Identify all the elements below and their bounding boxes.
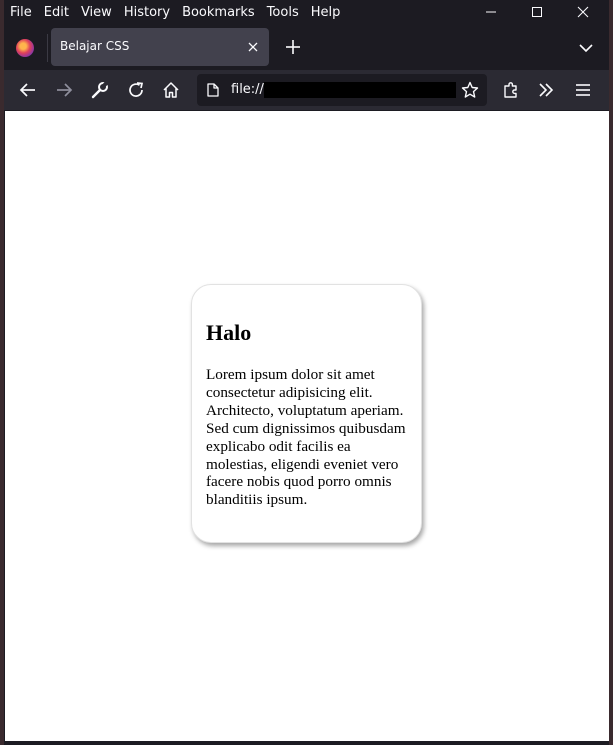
address-bar[interactable]: file:///	[197, 74, 487, 106]
maximize-icon	[532, 7, 542, 17]
card-heading: Halo	[206, 320, 252, 345]
navigation-toolbar: file:///	[4, 70, 609, 110]
tab-close-icon[interactable]	[245, 39, 261, 55]
menu-bar: File Edit View History Bookmarks Tools H…	[4, 0, 609, 24]
wrench-icon[interactable]	[90, 80, 110, 100]
home-icon[interactable]	[161, 80, 181, 100]
tab-belajar-css[interactable]: Belajar CSS	[51, 28, 269, 66]
reload-icon[interactable]	[126, 80, 146, 100]
tab-title: Belajar CSS	[60, 39, 130, 53]
menu-bookmarks[interactable]: Bookmarks	[182, 5, 255, 20]
url-redacted-block	[264, 82, 456, 98]
content-card: Halo Lorem ipsum dolor sit amet consecte…	[191, 284, 422, 543]
menu-edit[interactable]: Edit	[44, 5, 69, 20]
menu-history[interactable]: History	[124, 5, 170, 20]
double-chevron-icon[interactable]	[536, 80, 556, 100]
page-icon[interactable]	[207, 83, 219, 97]
close-icon	[577, 6, 589, 18]
new-tab-plus-icon[interactable]	[284, 38, 302, 56]
forward-arrow-icon[interactable]	[54, 80, 74, 100]
page-content: Halo Lorem ipsum dolor sit amet consecte…	[5, 111, 609, 741]
tab-strip: Belajar CSS	[4, 24, 609, 70]
browser-window: File Edit View History Bookmarks Tools H…	[4, 0, 609, 745]
menu-file[interactable]: File	[10, 5, 32, 20]
star-icon[interactable]	[461, 81, 479, 99]
url-text: file:///	[231, 82, 269, 97]
back-arrow-icon[interactable]	[18, 80, 38, 100]
menu-view[interactable]: View	[81, 5, 112, 20]
close-window-button[interactable]	[560, 0, 606, 24]
hamburger-icon[interactable]	[573, 80, 593, 100]
menu-help[interactable]: Help	[311, 5, 341, 20]
tab-separator	[47, 34, 48, 62]
menu-tools[interactable]: Tools	[267, 5, 299, 20]
firefox-logo[interactable]	[16, 39, 34, 57]
minimize-button[interactable]	[468, 0, 514, 24]
maximize-button[interactable]	[514, 0, 560, 24]
minimize-icon	[486, 11, 496, 13]
puzzle-icon[interactable]	[501, 80, 521, 100]
card-body-text: Lorem ipsum dolor sit amet consectetur a…	[206, 366, 406, 509]
menu: File Edit View History Bookmarks Tools H…	[4, 0, 346, 24]
tab-list-chevron-down-icon[interactable]	[578, 40, 594, 56]
